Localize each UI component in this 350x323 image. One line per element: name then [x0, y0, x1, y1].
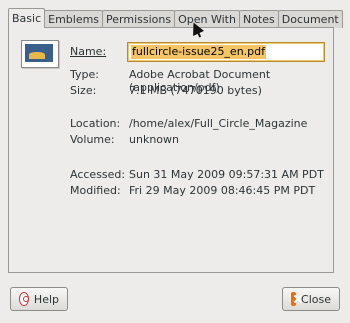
tab-bar: Basic Emblems Permissions Open With Note…: [8, 8, 343, 28]
volume-label: Volume:: [70, 133, 115, 146]
tab-permissions[interactable]: Permissions: [102, 10, 176, 28]
size-label: Size:: [70, 84, 97, 97]
accessed-label: Accessed:: [70, 168, 126, 181]
tab-notes[interactable]: Notes: [238, 10, 279, 28]
basic-properties-panel: Name: fullcircle-issue25_en.pdf Type: Ad…: [8, 27, 334, 273]
location-label: Location:: [70, 117, 121, 130]
help-icon: [19, 292, 29, 306]
tab-emblems[interactable]: Emblems: [44, 10, 104, 28]
tab-open-with[interactable]: Open With: [174, 10, 240, 28]
modified-value: Fri 29 May 2009 08:46:45 PM PDT: [129, 184, 316, 197]
modified-label: Modified:: [70, 184, 121, 197]
name-field[interactable]: fullcircle-issue25_en.pdf: [127, 42, 325, 62]
tab-document[interactable]: Document: [277, 10, 343, 28]
tab-basic[interactable]: Basic: [8, 8, 46, 28]
file-thumbnail-icon[interactable]: [21, 40, 59, 68]
size-value: 7.1 MB (7470190 bytes): [129, 84, 262, 97]
close-button-label: Close: [301, 292, 331, 306]
help-button-label: Help: [33, 292, 59, 306]
close-button[interactable]: Close: [282, 287, 340, 311]
type-label: Type:: [70, 68, 99, 81]
help-button[interactable]: Help: [10, 287, 68, 311]
location-value: /home/alex/Full_Circle_Magazine: [129, 117, 308, 130]
volume-value: unknown: [129, 133, 179, 146]
name-label: Name:: [70, 45, 107, 58]
close-icon: [291, 292, 297, 306]
accessed-value: Sun 31 May 2009 09:57:31 AM PDT: [129, 168, 324, 181]
name-field-value: fullcircle-issue25_en.pdf: [131, 45, 267, 59]
